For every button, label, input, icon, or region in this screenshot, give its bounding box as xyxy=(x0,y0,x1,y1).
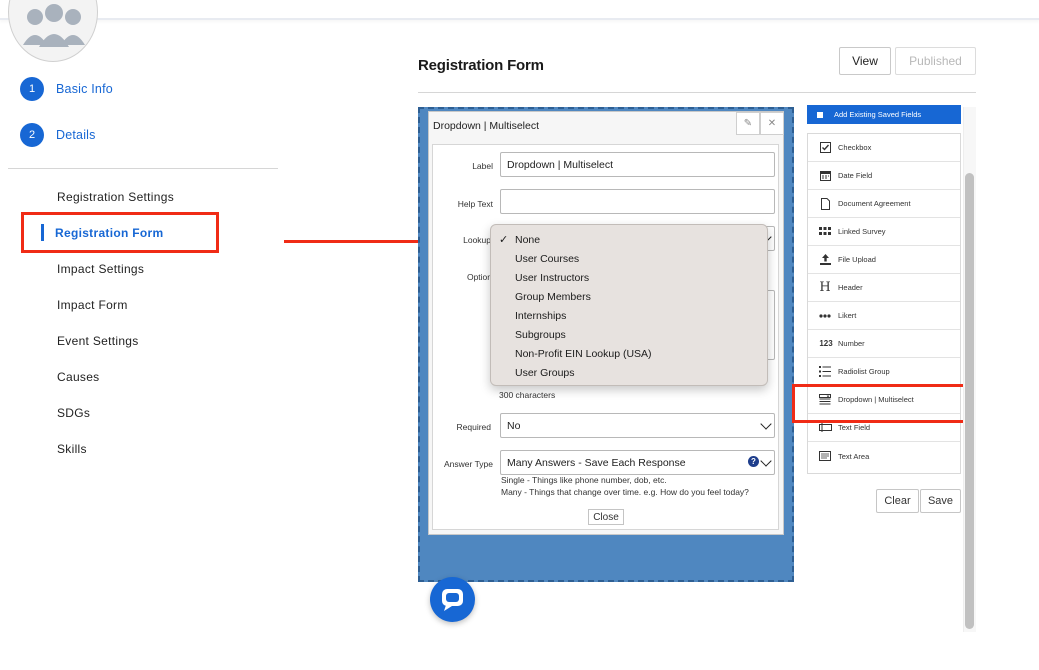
step-number: 1 xyxy=(20,77,44,101)
nav-causes[interactable]: Causes xyxy=(57,370,100,384)
help-text-input[interactable] xyxy=(500,189,775,214)
nav-skills[interactable]: Skills xyxy=(57,442,87,456)
lookup-option-group-members[interactable]: Group Members xyxy=(515,291,591,303)
step-basic-info[interactable]: 1 Basic Info xyxy=(20,77,113,101)
save-field-icon xyxy=(817,111,823,118)
answer-type-select[interactable]: Many Answers - Save Each Response ? xyxy=(500,450,775,475)
nav-impact-form[interactable]: Impact Form xyxy=(57,298,128,312)
app-root: 1 Basic Info 2 Details Registration Sett… xyxy=(0,0,1039,670)
published-button[interactable]: Published xyxy=(895,47,976,75)
group-avatar xyxy=(8,0,98,62)
header-divider xyxy=(418,92,976,93)
clear-button[interactable]: Clear xyxy=(876,489,919,513)
lookup-option-none[interactable]: None xyxy=(515,234,540,246)
field-type-date[interactable]: Date Field xyxy=(808,162,960,190)
field-type-likert[interactable]: Likert xyxy=(808,302,960,330)
top-bar xyxy=(0,0,1039,20)
field-type-label: Header xyxy=(838,283,863,292)
field-type-linked-survey[interactable]: Linked Survey xyxy=(808,218,960,246)
checkbox-icon xyxy=(818,141,832,155)
group-people-icon xyxy=(23,4,85,47)
upload-icon xyxy=(818,253,832,267)
number-icon: 123 xyxy=(819,339,833,348)
lookup-option-user-instructors[interactable]: User Instructors xyxy=(515,272,589,284)
calendar-icon xyxy=(818,169,832,183)
options-label: Option xyxy=(466,272,492,282)
chat-button[interactable] xyxy=(430,577,475,622)
field-type-label: Likert xyxy=(838,311,857,320)
view-button[interactable]: View xyxy=(839,47,891,75)
nav-impact-settings[interactable]: Impact Settings xyxy=(57,262,144,276)
add-existing-fields-button[interactable]: Add Existing Saved Fields xyxy=(807,105,961,124)
field-type-label: Text Area xyxy=(838,451,870,461)
char-count: 300 characters xyxy=(499,390,556,400)
required-label: Required xyxy=(456,422,492,432)
list-icon xyxy=(818,365,832,379)
check-icon: ✓ xyxy=(499,234,509,246)
answer-type-label: Answer Type xyxy=(444,459,493,469)
x-icon[interactable]: ✕ xyxy=(760,112,784,135)
field-type-label: Document Agreement xyxy=(838,199,911,208)
lookup-option-ein[interactable]: Non-Profit EIN Lookup (USA) xyxy=(515,348,652,360)
field-type-file-upload[interactable]: File Upload xyxy=(808,246,960,274)
field-type-text-area[interactable]: Text Area xyxy=(808,442,960,470)
chevron-down-icon xyxy=(760,418,772,430)
field-type-label: Linked Survey xyxy=(838,227,886,236)
nav-registration-settings[interactable]: Registration Settings xyxy=(57,190,174,204)
lookup-option-subgroups[interactable]: Subgroups xyxy=(515,329,566,341)
step-label: Details xyxy=(56,128,96,142)
label-field-label: Label xyxy=(472,161,493,171)
note-many: Many - Things that change over time. e.g… xyxy=(501,487,749,497)
field-type-document[interactable]: Document Agreement xyxy=(808,190,960,218)
sidebar-divider xyxy=(8,168,278,169)
help-text-label: Help Text xyxy=(457,199,493,209)
required-select[interactable]: No xyxy=(500,413,775,438)
note-single: Single - Things like phone number, dob, … xyxy=(501,475,667,485)
field-type-radiolist[interactable]: Radiolist Group xyxy=(808,358,960,386)
step-details[interactable]: 2 Details xyxy=(20,123,96,147)
field-type-header[interactable]: H Header xyxy=(808,274,960,302)
lookup-dropdown-menu: ✓ None User Courses User Instructors Gro… xyxy=(490,224,768,386)
label-input[interactable]: Dropdown | Multiselect xyxy=(500,152,775,177)
field-type-checkbox[interactable]: Checkbox xyxy=(808,134,960,162)
lookup-option-user-groups[interactable]: User Groups xyxy=(515,367,575,379)
chevron-down-icon xyxy=(760,455,772,467)
text-area-icon xyxy=(818,449,832,463)
chat-bubble-icon xyxy=(442,589,463,611)
dialog-title: Dropdown | Multiselect xyxy=(433,120,540,132)
annotation-arrow-line xyxy=(284,240,430,243)
grid-icon xyxy=(818,225,832,239)
page-title: Registration Form xyxy=(418,57,544,74)
save-button[interactable]: Save xyxy=(920,489,961,513)
field-type-label: File Upload xyxy=(838,255,876,264)
highlight-box-dropdown xyxy=(792,384,970,423)
step-number: 2 xyxy=(20,123,44,147)
scrollbar-thumb[interactable] xyxy=(965,173,974,629)
add-existing-label: Add Existing Saved Fields xyxy=(834,110,922,119)
field-type-label: Radiolist Group xyxy=(838,367,890,376)
nav-sdgs[interactable]: SDGs xyxy=(57,406,90,420)
lookup-label: Lookup xyxy=(463,235,491,245)
answer-type-value: Many Answers - Save Each Response xyxy=(507,456,686,469)
lookup-option-internships[interactable]: Internships xyxy=(515,310,566,322)
close-button[interactable]: Close xyxy=(588,509,624,525)
field-type-label: Number xyxy=(838,339,865,348)
header-icon: H xyxy=(819,280,831,295)
help-icon[interactable]: ? xyxy=(748,456,759,467)
field-type-label: Date Field xyxy=(838,171,873,180)
highlight-box-nav xyxy=(21,212,219,253)
document-icon xyxy=(818,197,832,211)
field-type-number[interactable]: 123 Number xyxy=(808,330,960,358)
dots-icon xyxy=(818,309,832,323)
field-type-label: Text Field xyxy=(838,423,871,432)
step-label: Basic Info xyxy=(56,82,113,96)
field-type-label: Checkbox xyxy=(838,143,872,152)
required-value: No xyxy=(507,419,521,432)
pencil-icon[interactable]: ✎ xyxy=(736,112,760,135)
lookup-option-user-courses[interactable]: User Courses xyxy=(515,253,579,265)
nav-event-settings[interactable]: Event Settings xyxy=(57,334,139,348)
